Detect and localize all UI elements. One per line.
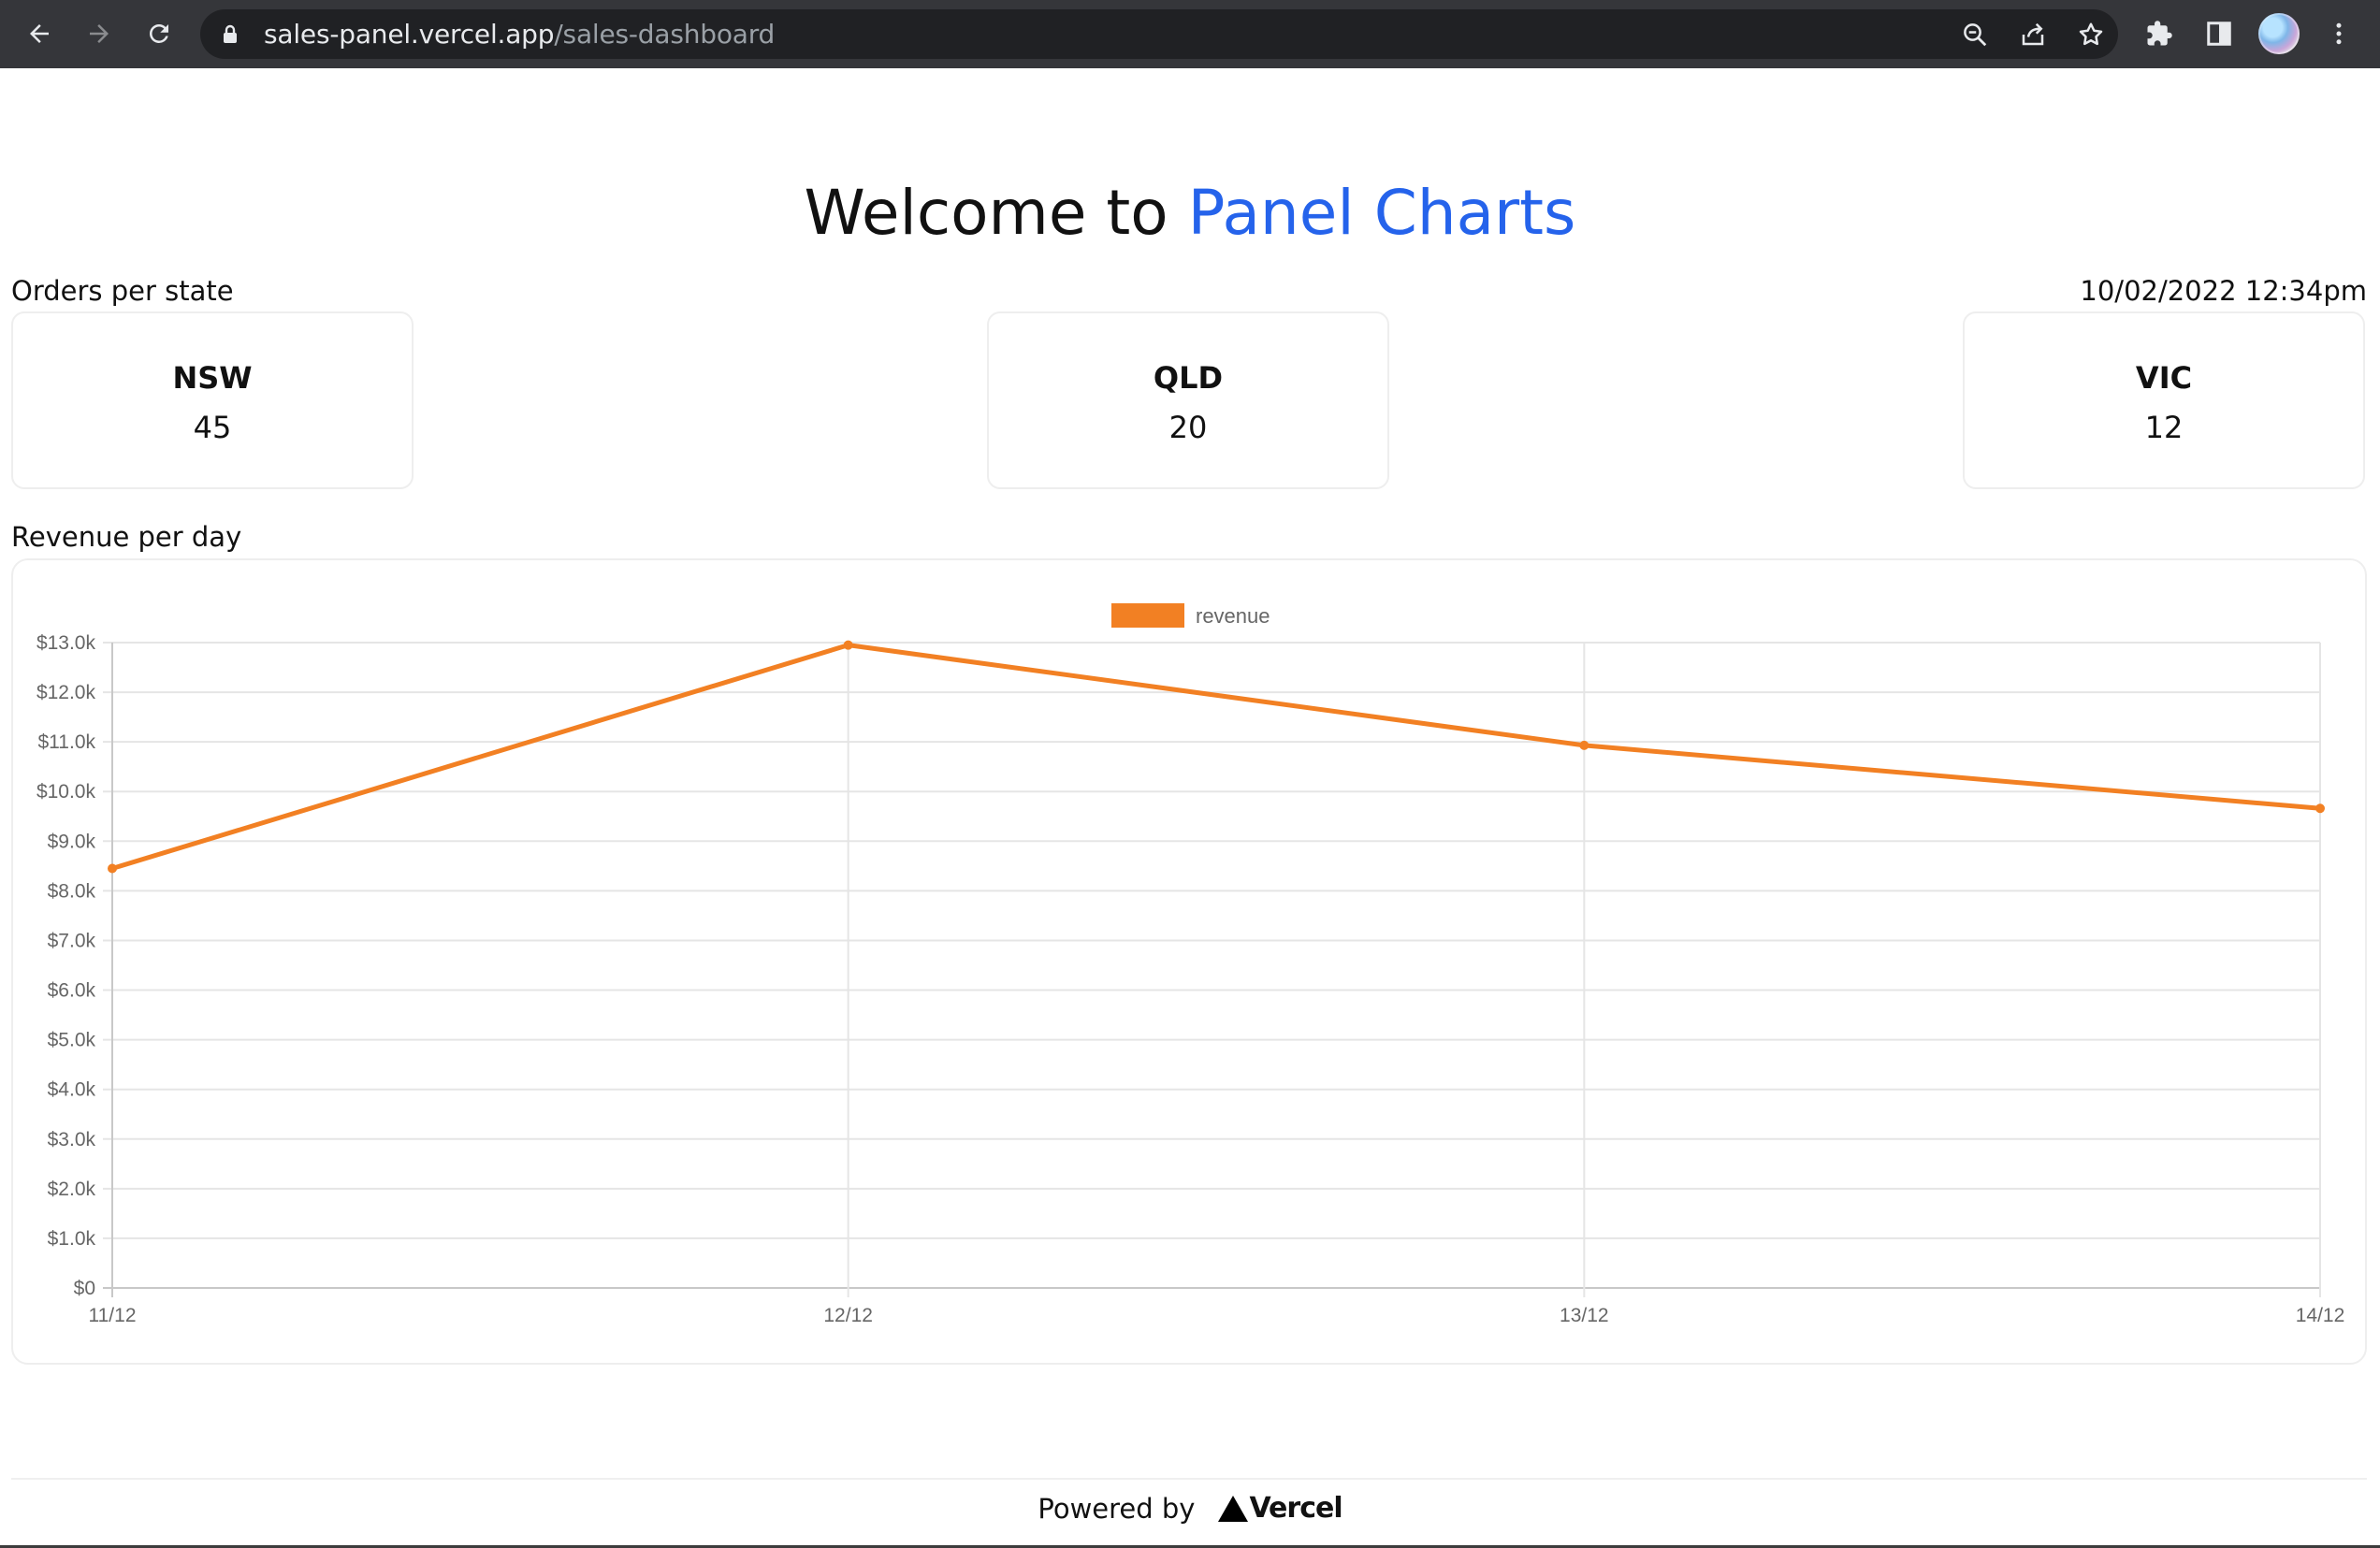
star-icon[interactable] (2075, 19, 2107, 51)
y-tick-label: $12.0k (36, 682, 96, 703)
y-tick-label: $11.0k (38, 731, 96, 753)
avatar[interactable] (2258, 13, 2300, 54)
zoom-icon[interactable] (1959, 19, 1991, 51)
y-tick-label: $5.0k (48, 1030, 96, 1051)
forward-arrow-icon[interactable] (80, 15, 118, 52)
x-tick-label: 12/12 (823, 1305, 873, 1326)
y-tick-label: $2.0k (48, 1179, 96, 1200)
timestamp: 10/02/2022 12:34pm (2080, 275, 2367, 307)
y-tick-label: $4.0k (48, 1079, 96, 1101)
state-card-nsw: NSW 45 (11, 311, 414, 489)
menu-dots-icon[interactable] (2320, 15, 2358, 52)
y-tick-label: $3.0k (48, 1129, 96, 1150)
share-icon[interactable] (2017, 19, 2049, 51)
data-point (843, 640, 853, 650)
lock-icon[interactable] (221, 23, 239, 51)
data-point (1579, 740, 1589, 750)
address-bar[interactable]: sales-panel.vercel.app/sales-dashboard (200, 9, 2118, 59)
page-title: Welcome to Panel Charts (0, 176, 2380, 251)
y-tick-label: $7.0k (48, 930, 96, 951)
x-tick-label: 11/12 (89, 1305, 137, 1326)
state-name: VIC (2135, 360, 2193, 396)
state-orders: 45 (193, 410, 232, 445)
x-tick-label: 13/12 (1560, 1305, 1609, 1326)
state-card-qld: QLD 20 (987, 311, 1389, 489)
state-orders: 12 (2144, 410, 2184, 445)
y-tick-label: $6.0k (48, 980, 96, 1002)
url-host: sales-panel.vercel.app (264, 19, 555, 50)
y-tick-label: $13.0k (36, 632, 96, 654)
y-tick-label: $10.0k (36, 781, 96, 803)
state-name: NSW (172, 360, 253, 396)
series-line-revenue (111, 643, 2321, 871)
browser-toolbar: sales-panel.vercel.app/sales-dashboard (0, 0, 2380, 68)
extensions-icon[interactable] (2141, 15, 2178, 52)
data-point (2315, 803, 2325, 814)
url-text[interactable]: sales-panel.vercel.app/sales-dashboard (264, 22, 775, 48)
legend-label: revenue (1196, 604, 1270, 628)
orders-section-label: Orders per state (11, 275, 234, 307)
url-path: /sales-dashboard (554, 19, 776, 50)
title-accent: Panel Charts (1187, 177, 1576, 249)
state-card-vic: VIC 12 (1963, 311, 2365, 489)
footer-divider (11, 1478, 2367, 1480)
reload-icon[interactable] (140, 15, 178, 52)
powered-by-text: Powered by (1038, 1492, 1196, 1525)
y-tick-label: $0 (74, 1278, 95, 1299)
vercel-triangle-icon (1218, 1495, 1249, 1522)
footer: Powered by Vercel (0, 1492, 2380, 1525)
y-tick-label: $8.0k (48, 880, 96, 902)
revenue-line-chart: $0 $1.0k $2.0k $3.0k $4.0k $5.0k $6.0k $7.0k $8.… (36, 603, 2345, 1326)
back-arrow-icon[interactable] (21, 15, 58, 52)
y-tick-label: $1.0k (48, 1228, 96, 1250)
vercel-logo[interactable]: Vercel (1217, 1492, 1343, 1525)
legend-swatch (1111, 603, 1184, 628)
y-tick-label: $9.0k (48, 831, 96, 852)
title-prefix: Welcome to (804, 177, 1168, 249)
revenue-chart-card: $0 $1.0k $2.0k $3.0k $4.0k $5.0k $6.0k $7.0k $8.… (11, 558, 2367, 1365)
vercel-brand: Vercel (1249, 1492, 1342, 1525)
state-name: QLD (1153, 360, 1224, 396)
x-tick-label: 14/12 (2296, 1305, 2345, 1326)
side-panel-icon[interactable] (2200, 15, 2238, 52)
revenue-section-label: Revenue per day (11, 521, 242, 553)
state-orders: 20 (1168, 410, 1208, 445)
data-point (108, 863, 117, 874)
